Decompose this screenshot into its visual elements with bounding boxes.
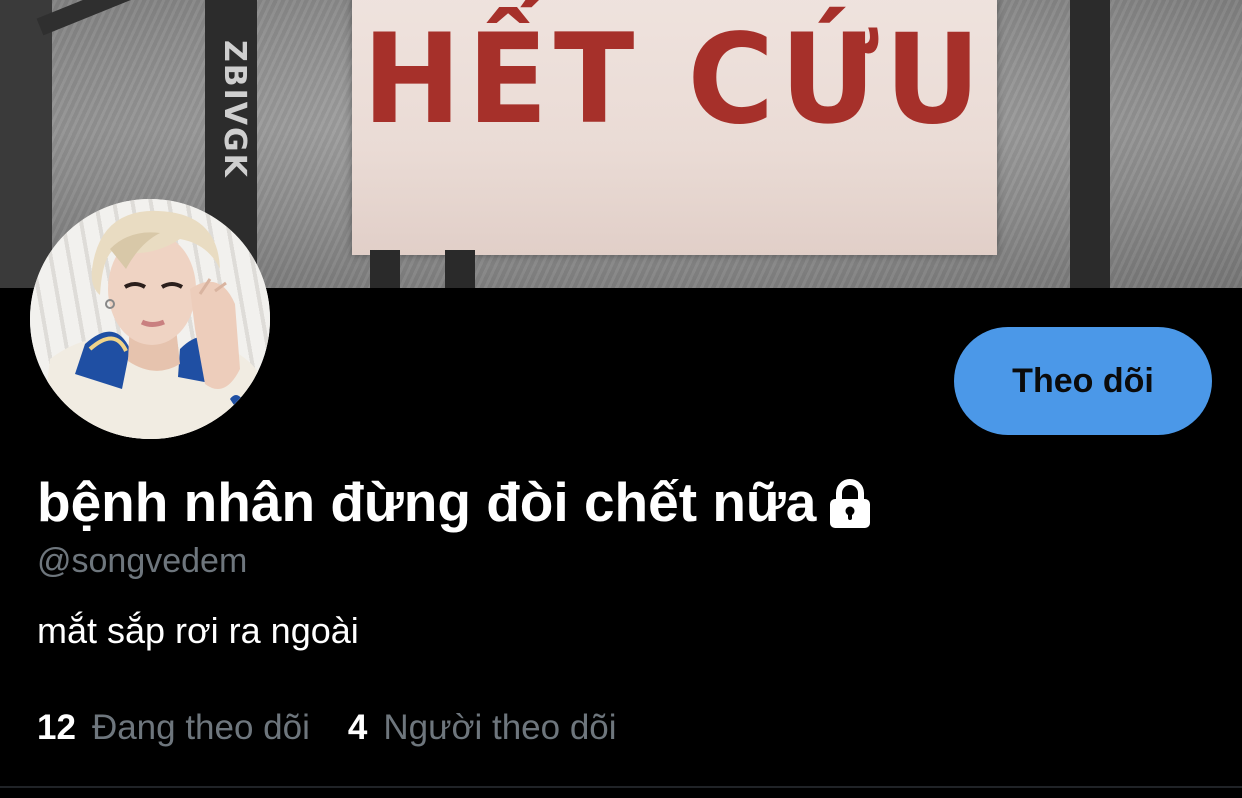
follow-button[interactable]: Theo dõi [954, 327, 1212, 435]
display-name-row: bệnh nhân đừng đòi chết nữa [37, 470, 874, 534]
avatar-portrait [40, 210, 270, 439]
follow-stats: 12 Đang theo dõi 4 Người theo dõi [37, 706, 617, 750]
followers-count: 4 [347, 708, 368, 747]
display-name: bệnh nhân đừng đòi chết nữa [37, 471, 817, 533]
banner-sign-leg [445, 250, 475, 288]
avatar[interactable] [30, 199, 270, 439]
banner-sign-text: HẾT CỨU [362, 6, 987, 152]
following-count: 12 [37, 708, 76, 747]
lock-icon [826, 478, 874, 530]
bottom-divider [0, 786, 1242, 788]
following-stat[interactable]: 12 Đang theo dõi [37, 706, 310, 750]
bio-text: mắt sắp rơi ra ngoài [37, 610, 359, 651]
following-label: Đang theo dõi [91, 708, 310, 747]
banner-sign: HẾT CỨU [352, 0, 997, 255]
username-handle: @songvedem [37, 542, 248, 580]
followers-stat[interactable]: 4 Người theo dõi [348, 706, 617, 750]
banner-pole-right [1070, 0, 1110, 288]
followers-label: Người theo dõi [383, 708, 617, 747]
banner-sign-leg [370, 250, 400, 288]
